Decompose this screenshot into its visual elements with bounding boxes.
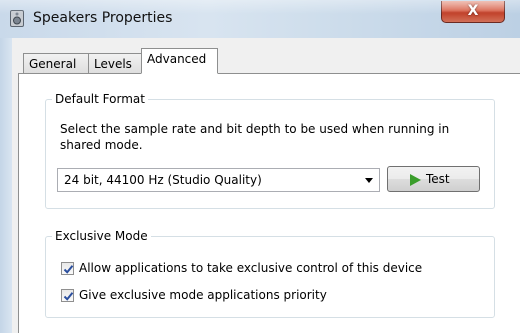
chevron-down-icon [365,178,373,183]
exclusive-mode-group [45,236,495,318]
close-icon: X [467,3,479,19]
tab-label: Levels [94,57,132,71]
test-button[interactable]: Test [387,166,480,192]
window-title: Speakers Properties [33,10,173,26]
tab-advanced[interactable]: Advanced [141,48,218,74]
default-format-description: Select the sample rate and bit depth to … [60,122,450,152]
checkmark-icon [63,265,74,274]
allow-exclusive-control-checkbox[interactable] [61,262,74,275]
exclusive-priority-checkbox[interactable] [61,289,74,302]
allow-exclusive-control-label: Allow applications to take exclusive con… [79,261,423,275]
checkmark-icon [63,292,74,301]
play-icon [410,174,421,186]
default-format-group [45,99,495,209]
close-button[interactable]: X [441,1,505,23]
tab-label: Advanced [147,52,207,66]
default-format-title: Default Format [52,92,148,106]
exclusive-mode-title: Exclusive Mode [52,229,151,243]
tab-general[interactable]: General [23,53,89,75]
tab-levels[interactable]: Levels [88,53,142,75]
test-button-label: Test [426,172,450,186]
tab-label: General [29,57,77,71]
exclusive-priority-label: Give exclusive mode applications priorit… [79,288,327,302]
title-bar: Speakers Properties X [0,0,520,38]
speaker-icon [10,10,24,27]
window-frame [0,38,12,333]
sample-format-value: 24 bit, 44100 Hz (Studio Quality) [64,173,262,187]
sample-format-select[interactable]: 24 bit, 44100 Hz (Studio Quality) [57,168,380,192]
